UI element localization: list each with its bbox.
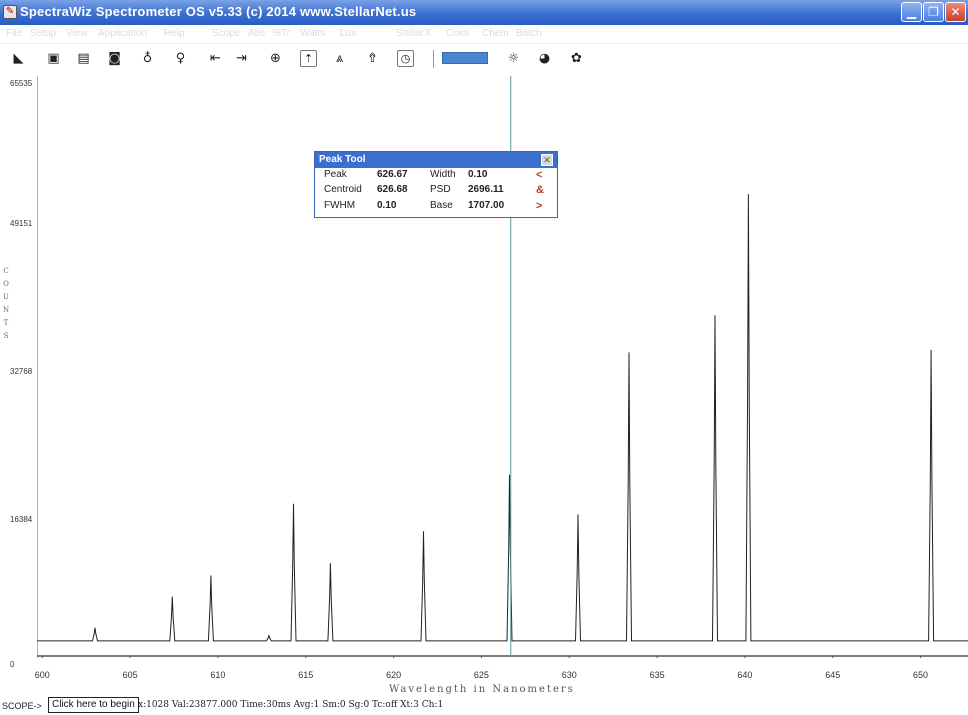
ytick-label: 0 bbox=[10, 660, 15, 669]
menu-stellarx[interactable]: StellarX bbox=[396, 28, 431, 39]
xtick-label: 600 bbox=[34, 670, 50, 680]
psd-value: 2696.11 bbox=[468, 184, 504, 195]
close-icon: ✕ bbox=[543, 155, 551, 165]
fwhm-label: FWHM bbox=[324, 200, 356, 211]
ytick-label: 32768 bbox=[10, 367, 33, 376]
ytick-label: 65535 bbox=[10, 79, 33, 88]
width-label: Width bbox=[430, 169, 456, 180]
peak-tool-title-bar[interactable]: Peak Tool bbox=[315, 152, 557, 168]
save-icon[interactable]: ▣ bbox=[45, 50, 62, 67]
peak-tool-title: Peak Tool bbox=[319, 154, 366, 165]
xtick-label: 615 bbox=[298, 670, 314, 680]
ytick-label: 16384 bbox=[10, 515, 33, 524]
base-value: 1707.00 bbox=[468, 200, 505, 211]
psd-label: PSD bbox=[430, 184, 451, 195]
menu-color[interactable]: Color bbox=[446, 28, 470, 39]
menu-help[interactable]: Help bbox=[164, 28, 185, 39]
peak-tool-close-button[interactable]: ✕ bbox=[541, 154, 553, 166]
menu-application[interactable]: Application bbox=[98, 28, 147, 39]
menu-batch[interactable]: Batch bbox=[516, 28, 542, 39]
cursor-right-icon[interactable]: ⇥ bbox=[233, 50, 250, 67]
autoscale-icon[interactable]: ⇮ bbox=[364, 50, 381, 67]
minimize-icon: ▁ bbox=[906, 5, 917, 19]
xtick-label: 610 bbox=[210, 670, 226, 680]
menu-bar: File Setup View Application Help Scope A… bbox=[0, 25, 968, 44]
xtick-label: 605 bbox=[122, 670, 138, 680]
spectrum-line bbox=[37, 193, 968, 642]
paint-icon[interactable]: ✿ bbox=[568, 50, 585, 67]
menu-lux[interactable]: Lux bbox=[340, 28, 356, 39]
camera-icon[interactable]: ◙ bbox=[106, 50, 123, 67]
xtick-label: 640 bbox=[737, 670, 753, 680]
timer-icon[interactable]: ◷ bbox=[397, 50, 414, 67]
xtick-label: 635 bbox=[649, 670, 665, 680]
peak-link-icon[interactable]: & bbox=[536, 184, 544, 196]
open-file-icon[interactable]: ◣ bbox=[10, 50, 27, 67]
color-bar-icon[interactable] bbox=[442, 52, 488, 64]
window-title: SpectraWiz Spectrometer OS v5.33 (c) 201… bbox=[20, 4, 417, 19]
xtick-label: 650 bbox=[913, 670, 929, 680]
sun-icon[interactable]: ☼ bbox=[505, 50, 522, 67]
close-icon: ✕ bbox=[950, 5, 961, 19]
minimize-button[interactable]: ▁ bbox=[901, 2, 922, 22]
xtick-label: 630 bbox=[561, 670, 577, 680]
status-mode: SCOPE-> bbox=[2, 701, 42, 711]
color-wheel-icon[interactable]: ◕ bbox=[536, 50, 553, 67]
print-icon[interactable]: ▤ bbox=[75, 50, 92, 67]
autoscale-y-icon[interactable]: ⇡ bbox=[300, 50, 317, 67]
restore-icon: ❐ bbox=[928, 5, 939, 19]
begin-button[interactable]: Click here to begin bbox=[48, 697, 139, 713]
centroid-label: Centroid bbox=[324, 184, 362, 195]
previous-peak-button[interactable]: < bbox=[536, 169, 542, 181]
title-bar: ✎ SpectraWiz Spectrometer OS v5.33 (c) 2… bbox=[0, 0, 968, 25]
peak-label: Peak bbox=[324, 169, 347, 180]
xtick-label: 620 bbox=[386, 670, 402, 680]
restore-button[interactable]: ❐ bbox=[923, 2, 944, 22]
toolbar-separator bbox=[433, 50, 434, 68]
fwhm-value: 0.10 bbox=[377, 200, 397, 211]
menu-watts[interactable]: Watts bbox=[300, 28, 325, 39]
peak-icon[interactable]: ⩓ bbox=[331, 50, 348, 67]
status-bar: SCOPE-> Click here to begin x:1028 Val:2… bbox=[0, 697, 968, 715]
width-value: 0.10 bbox=[468, 169, 488, 180]
peak-value: 626.67 bbox=[377, 169, 408, 180]
menu-setup[interactable]: Setup bbox=[30, 28, 56, 39]
menu-view[interactable]: View bbox=[66, 28, 88, 39]
spectrawiz-icon: ✎ bbox=[3, 5, 17, 19]
menu-file[interactable]: File bbox=[6, 28, 22, 39]
close-button[interactable]: ✕ bbox=[945, 2, 966, 22]
menu-tr[interactable]: %Tr bbox=[272, 28, 290, 39]
menu-abs[interactable]: Abs bbox=[248, 28, 265, 39]
status-info: x:1028 Val:23877.000 Time:30ms Avg:1 Sm:… bbox=[138, 700, 444, 710]
next-peak-button[interactable]: > bbox=[536, 200, 542, 212]
centroid-value: 626.68 bbox=[377, 184, 408, 195]
base-label: Base bbox=[430, 200, 453, 211]
lamp-icon[interactable]: ♁ bbox=[139, 50, 156, 67]
xtick-label: 645 bbox=[825, 670, 841, 680]
bulb-icon[interactable]: ♀ bbox=[172, 50, 189, 67]
menu-chem[interactable]: Chem bbox=[482, 28, 509, 39]
cursor-left-icon[interactable]: ⇤ bbox=[207, 50, 224, 67]
xtick-label: 625 bbox=[473, 670, 489, 680]
ytick-label: 49151 bbox=[10, 219, 33, 228]
x-axis-title: Wavelength in Nanometers bbox=[389, 684, 575, 695]
zoom-icon[interactable]: ⊕ bbox=[267, 50, 284, 67]
y-axis-title: C O U N T S bbox=[2, 267, 10, 340]
menu-scope[interactable]: Scope bbox=[212, 28, 240, 39]
